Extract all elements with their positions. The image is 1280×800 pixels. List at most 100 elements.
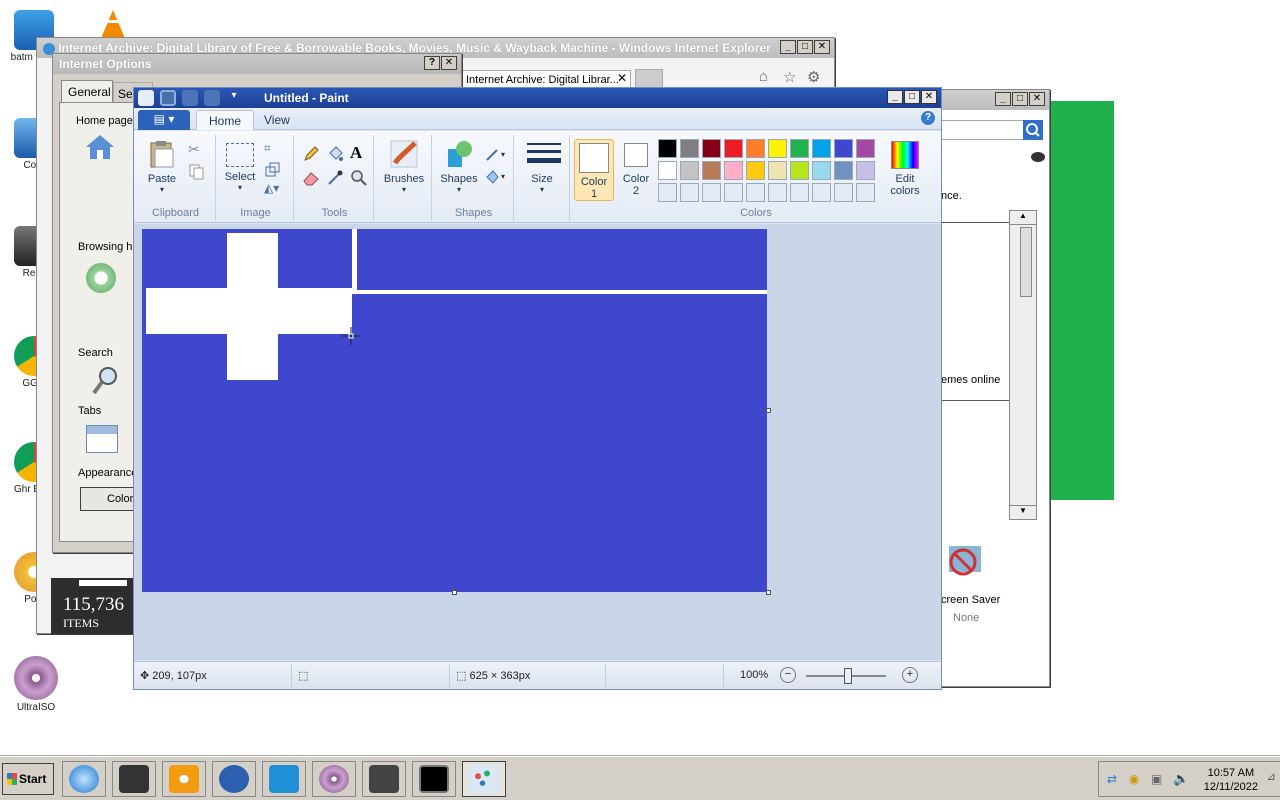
empty-color-swatch[interactable] [658,183,677,202]
color-swatch[interactable] [746,161,765,180]
pencil-icon[interactable] [302,145,320,163]
save-icon[interactable] [160,90,176,106]
taskbar-ie[interactable] [62,761,106,797]
size-button[interactable]: Size ▾ [522,139,562,194]
resize-handle-corner[interactable] [766,590,771,595]
empty-color-swatch[interactable] [812,183,831,202]
taskbar-app-2[interactable] [112,761,156,797]
taskbar-disc[interactable] [312,761,356,797]
color-swatch[interactable] [834,161,853,180]
color-swatch[interactable] [724,161,743,180]
minimize-button[interactable]: _ [887,90,903,104]
taskbar-media-player[interactable] [162,761,206,797]
empty-color-swatch[interactable] [702,183,721,202]
close-button[interactable]: ✕ [921,90,937,104]
edit-colors-button[interactable]: Edit colors [880,141,930,197]
start-button[interactable]: Start [2,763,54,795]
color-swatch[interactable] [702,161,721,180]
home-icon[interactable]: ⌂ [759,68,768,85]
empty-color-swatch[interactable] [746,183,765,202]
crop-icon[interactable]: ⌗ [264,141,282,159]
taskbar-cmd[interactable] [412,761,456,797]
color1-button[interactable]: Color 1 [574,139,614,201]
close-tab-icon[interactable]: ✕ [617,71,627,85]
color-swatch[interactable] [856,139,875,158]
maximize-button[interactable]: □ [1012,92,1028,106]
color-swatch[interactable] [680,161,699,180]
close-button[interactable]: ✕ [441,56,457,70]
scroll-down-icon[interactable]: ▼ [1010,505,1036,519]
color-swatch[interactable] [658,139,677,158]
volume-icon[interactable]: 🔈 [1173,771,1189,787]
help-icon[interactable]: ? [921,111,935,125]
paint-app-icon[interactable] [138,90,154,106]
resize-handle-right[interactable] [766,408,771,413]
maximize-button[interactable]: □ [904,90,920,104]
drawing-canvas[interactable] [142,229,767,592]
zoom-slider-thumb[interactable] [844,668,852,684]
empty-color-swatch[interactable] [790,183,809,202]
clock[interactable]: 10:57 AM 12/11/2022 [1204,766,1258,794]
color-swatch[interactable] [658,161,677,180]
taskbar-app-5[interactable] [262,761,306,797]
fill-icon[interactable] [326,145,344,163]
copy-icon[interactable] [188,163,206,181]
color-swatch[interactable] [724,139,743,158]
color-swatch[interactable] [856,161,875,180]
desktop-icon-ultraiso[interactable]: UltraISO [4,656,68,713]
vlc-icon[interactable] [100,8,126,40]
minimize-button[interactable]: _ [995,92,1011,106]
customize-toolbar-icon[interactable]: ▾ [226,90,242,106]
select-button[interactable]: Select ▾ [220,143,260,192]
screensaver-icon[interactable] [945,542,985,582]
resize-icon[interactable] [264,161,282,179]
network-sync-icon[interactable]: ⇄ [1107,772,1117,786]
resize-handle-bottom[interactable] [452,590,457,595]
vertical-scrollbar[interactable]: ▲ ▼ [1009,210,1037,520]
magnifier-icon[interactable] [350,169,368,187]
color-swatch[interactable] [812,139,831,158]
empty-color-swatch[interactable] [724,183,743,202]
brushes-button[interactable]: Brushes ▾ [380,139,428,194]
color-swatch[interactable] [702,139,721,158]
taskbar-app-4[interactable] [212,761,256,797]
maximize-button[interactable]: □ [797,40,813,54]
paste-button[interactable]: Paste ▾ [142,139,182,194]
rotate-icon[interactable]: ◭▾ [264,181,282,199]
empty-color-swatch[interactable] [680,183,699,202]
color-picker-icon[interactable] [326,169,344,187]
color-swatch[interactable] [812,161,831,180]
redo-icon[interactable] [204,90,220,106]
gear-icon[interactable]: ⚙ [807,68,820,86]
favorites-icon[interactable]: ☆ [783,68,796,86]
zoom-in-icon[interactable]: + [902,667,918,683]
search-icon[interactable] [1023,120,1043,140]
color2-button[interactable]: Color 2 [618,143,654,197]
shapes-button[interactable]: Shapes ▾ [436,139,482,194]
taskbar-app-7[interactable] [362,761,406,797]
network-icon[interactable]: ▣ [1151,772,1162,786]
scroll-thumb[interactable] [1020,227,1032,297]
close-button[interactable]: ✕ [814,40,830,54]
scroll-up-icon[interactable]: ▲ [1010,211,1036,225]
empty-color-swatch[interactable] [768,183,787,202]
taskbar-paint[interactable] [462,761,506,797]
zoom-out-icon[interactable]: − [780,667,796,683]
empty-color-swatch[interactable] [856,183,875,202]
color-swatch[interactable] [680,139,699,158]
undo-icon[interactable] [182,90,198,106]
text-tool-icon[interactable]: A [350,143,368,162]
fill-shape-icon[interactable]: ▾ [484,167,505,185]
tab-general[interactable]: General [61,80,113,102]
close-button[interactable]: ✕ [1029,92,1045,106]
paint-menu-button[interactable]: ▤ ▾ [138,110,190,130]
eraser-icon[interactable] [302,169,320,187]
security-icon[interactable]: ◉ [1129,772,1139,786]
outline-icon[interactable]: ▾ [484,145,505,163]
tab-view[interactable]: View [252,110,302,130]
help-button[interactable]: ? [424,56,440,70]
color-swatch[interactable] [834,139,853,158]
empty-color-swatch[interactable] [834,183,853,202]
minimize-button[interactable]: _ [780,40,796,54]
account-icon[interactable] [1031,152,1045,162]
